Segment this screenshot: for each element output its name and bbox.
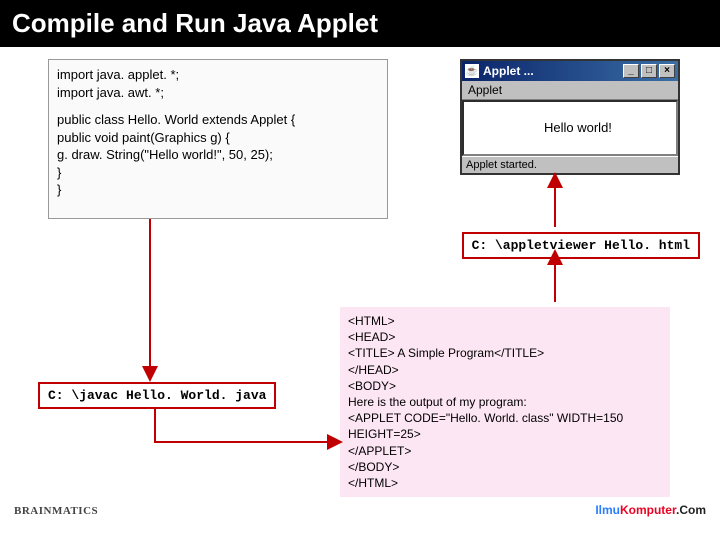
brainmatics-text: BRAINMATICS bbox=[14, 505, 98, 517]
arrow-javac-to-html bbox=[150, 402, 350, 472]
close-button[interactable]: × bbox=[659, 64, 675, 78]
maximize-button[interactable]: □ bbox=[641, 64, 657, 78]
applet-output-text: Hello world! bbox=[544, 120, 612, 135]
html-line: <BODY> bbox=[348, 378, 662, 394]
html-line: </BODY> bbox=[348, 459, 662, 475]
slide-title: Compile and Run Java Applet bbox=[12, 8, 378, 38]
javac-command: C: \javac Hello. World. java bbox=[38, 382, 276, 409]
appletviewer-command: C: \appletviewer Hello. html bbox=[462, 232, 700, 259]
arrow-code-to-javac bbox=[140, 219, 160, 384]
html-source-code: <HTML> <HEAD> <TITLE> A Simple Program</… bbox=[340, 307, 670, 497]
applet-menu[interactable]: Applet bbox=[462, 81, 678, 100]
java-source-code: import java. applet. *; import java. awt… bbox=[48, 59, 388, 219]
code-line: import java. applet. *; bbox=[57, 66, 379, 84]
html-line: <TITLE> A Simple Program</TITLE> bbox=[348, 345, 662, 361]
code-line: g. draw. String("Hello world!", 50, 25); bbox=[57, 146, 379, 164]
arrow-cmd-to-applet bbox=[545, 175, 565, 235]
html-line: </HTML> bbox=[348, 475, 662, 491]
footer-right-logo: IlmuKomputer.Com bbox=[595, 503, 706, 517]
command-text: C: \appletviewer Hello. html bbox=[472, 238, 690, 253]
html-line: </HEAD> bbox=[348, 362, 662, 378]
applet-canvas: Hello world! bbox=[462, 100, 678, 156]
ilmu-text: Ilmu bbox=[595, 503, 620, 517]
applet-status-text: Applet started. bbox=[466, 159, 537, 171]
applet-window-title: Applet ... bbox=[483, 64, 623, 78]
dotcom-text: .Com bbox=[676, 503, 706, 517]
window-controls: _ □ × bbox=[623, 64, 675, 78]
applet-titlebar: ☕ Applet ... _ □ × bbox=[462, 61, 678, 81]
applet-viewer-window: ☕ Applet ... _ □ × Applet Hello world! A… bbox=[460, 59, 680, 175]
code-line: } bbox=[57, 181, 379, 199]
applet-status-bar: Applet started. bbox=[462, 156, 678, 173]
arrow-html-to-cmd bbox=[545, 252, 565, 312]
code-line: public class Hello. World extends Applet… bbox=[57, 111, 379, 129]
html-line: <APPLET CODE="Hello. World. class" WIDTH… bbox=[348, 410, 662, 442]
komputer-text: Komputer bbox=[620, 503, 676, 517]
command-text: C: \javac Hello. World. java bbox=[48, 388, 266, 403]
java-cup-icon: ☕ bbox=[465, 64, 479, 78]
applet-menu-label: Applet bbox=[468, 83, 502, 97]
code-line: } bbox=[57, 164, 379, 182]
slide-content: import java. applet. *; import java. awt… bbox=[0, 47, 720, 527]
html-line: Here is the output of my program: bbox=[348, 394, 662, 410]
footer-left-logo: BRAINMATICS bbox=[14, 505, 98, 517]
html-line: <HTML> bbox=[348, 313, 662, 329]
html-line: <HEAD> bbox=[348, 329, 662, 345]
slide-title-bar: Compile and Run Java Applet bbox=[0, 0, 720, 47]
code-line: import java. awt. *; bbox=[57, 84, 379, 102]
minimize-button[interactable]: _ bbox=[623, 64, 639, 78]
html-line: </APPLET> bbox=[348, 443, 662, 459]
spacer bbox=[57, 101, 379, 111]
code-line: public void paint(Graphics g) { bbox=[57, 129, 379, 147]
